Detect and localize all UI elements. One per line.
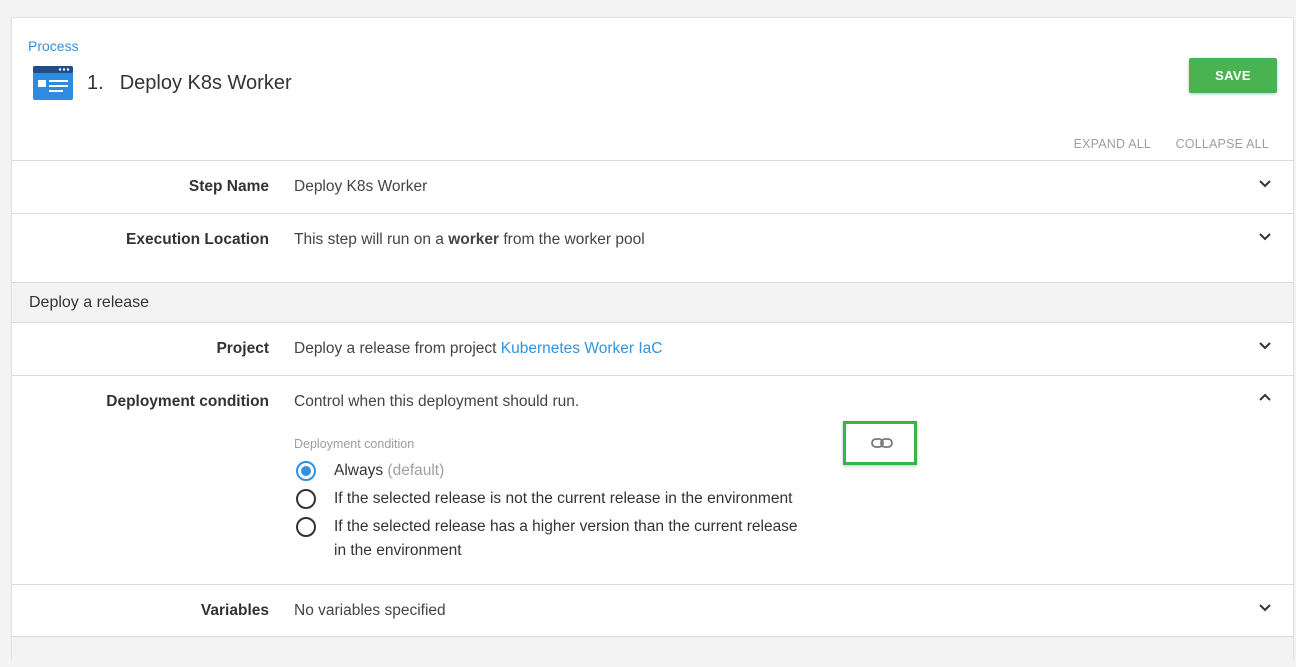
chevron-down-icon[interactable]: [1257, 337, 1273, 353]
expand-collapse-links: EXPAND ALL COLLAPSE ALL: [1053, 137, 1269, 151]
deployment-condition-row: Deployment condition Control when this d…: [12, 375, 1293, 584]
step-title: Deploy K8s Worker: [119, 72, 292, 94]
execution-location-row[interactable]: Execution Location This step will run on…: [12, 213, 1293, 282]
deployment-condition-caption: Deployment condition: [294, 437, 415, 451]
page-title: 1. Deploy K8s Worker: [87, 72, 292, 95]
radio-always-text: Always: [334, 462, 384, 479]
radio-higher-version-line1: If the selected release has a higher ver…: [334, 518, 798, 535]
execution-location-bold: worker: [448, 231, 500, 248]
link-icon: [871, 438, 893, 448]
project-row[interactable]: Project Deploy a release from project Ku…: [12, 322, 1293, 375]
project-link[interactable]: Kubernetes Worker IaC: [501, 340, 663, 357]
execution-location-suffix: from the worker pool: [499, 231, 645, 248]
radio-higher-version[interactable]: [296, 517, 316, 537]
step-name-value: Deploy K8s Worker: [294, 178, 428, 195]
project-value: Deploy a release from project Kubernetes…: [294, 340, 662, 358]
step-name-row[interactable]: Step Name Deploy K8s Worker: [12, 160, 1293, 213]
variables-row[interactable]: Variables No variables specified: [12, 584, 1293, 637]
next-section-strip: [12, 636, 1293, 667]
section-header-deploy-release: Deploy a release: [12, 282, 1293, 323]
radio-not-current-label[interactable]: If the selected release is not the curre…: [334, 487, 792, 511]
section-title: Deploy a release: [29, 294, 150, 311]
chevron-up-icon[interactable]: [1257, 390, 1273, 406]
browser-window-icon: [33, 66, 73, 100]
save-button[interactable]: SAVE: [1189, 58, 1277, 93]
variables-value: No variables specified: [294, 602, 446, 619]
step-name-label: Step Name: [188, 178, 269, 195]
project-prefix: Deploy a release from project: [294, 340, 501, 357]
radio-always[interactable]: [296, 461, 316, 481]
chevron-down-icon[interactable]: [1257, 175, 1273, 191]
bind-variable-button[interactable]: [843, 421, 917, 465]
radio-not-current[interactable]: [296, 489, 316, 509]
step-number: 1.: [87, 72, 104, 94]
radio-always-label[interactable]: Always (default): [334, 459, 444, 483]
chevron-down-icon[interactable]: [1257, 599, 1273, 615]
radio-higher-version-line2: in the environment: [334, 542, 462, 559]
chevron-down-icon[interactable]: [1257, 228, 1273, 244]
deployment-condition-label: Deployment condition: [106, 393, 269, 410]
project-label: Project: [216, 340, 269, 357]
step-editor-panel: Process 1. Deploy K8s Worker SAVE EXPAND …: [11, 17, 1294, 667]
radio-always-default: (default): [383, 462, 445, 479]
collapse-all-link[interactable]: COLLAPSE ALL: [1176, 137, 1269, 151]
expand-all-link[interactable]: EXPAND ALL: [1074, 137, 1152, 151]
breadcrumb-process[interactable]: Process: [28, 38, 79, 54]
execution-location-label: Execution Location: [126, 231, 269, 248]
variables-label: Variables: [200, 602, 269, 619]
deployment-condition-summary: Control when this deployment should run.: [294, 393, 580, 410]
execution-location-prefix: This step will run on a: [294, 231, 449, 248]
execution-location-value: This step will run on a worker from the …: [294, 231, 645, 249]
radio-higher-version-label[interactable]: If the selected release has a higher ver…: [334, 515, 798, 563]
